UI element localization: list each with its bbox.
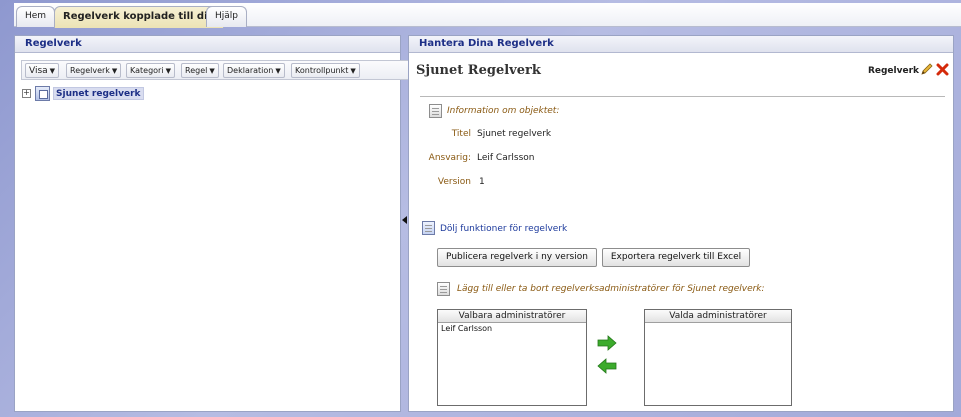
field-value-version: 1 xyxy=(479,177,485,187)
tree-item-label[interactable]: Sjunet regelverk xyxy=(53,87,144,100)
panel-splitter[interactable] xyxy=(401,35,408,412)
toolbar-visa-label: Visa xyxy=(29,66,48,76)
toolbar-kontrollpunkt-menu[interactable]: Kontrollpunkt ▼ xyxy=(291,63,360,78)
available-admins-list[interactable]: Valbara administratörer Leif Carlsson xyxy=(437,309,587,406)
field-label-titel: Titel xyxy=(451,129,471,139)
chevron-down-icon: ▼ xyxy=(209,67,215,75)
divider xyxy=(420,96,945,97)
hide-functions-link[interactable]: Dölj funktioner för regelverk xyxy=(440,224,567,234)
available-admins-header: Valbara administratörer xyxy=(438,310,586,323)
info-document-icon xyxy=(429,104,442,118)
publish-button[interactable]: Publicera regelverk i ny version xyxy=(437,248,597,267)
regelverk-panel: Regelverk Visa ▼ Regelverk ▼ Kategori ▼ Reg… xyxy=(14,35,411,412)
tab-hem[interactable]: Hem xyxy=(16,6,56,27)
toolbar-kategori-menu[interactable]: Kategori ▼ xyxy=(126,63,175,78)
toolbar-kategori-label: Kategori xyxy=(130,66,164,75)
toolbar-regel-label: Regel xyxy=(185,66,208,75)
field-value-titel: Sjunet regelverk xyxy=(477,129,552,139)
hantera-panel-title: Hantera Dina Regelverk xyxy=(409,36,953,53)
admin-heading: Lägg till eller ta bort regelverksadmini… xyxy=(457,284,765,294)
regelverk-icon xyxy=(35,86,50,101)
selected-admins-list[interactable]: Valda administratörer xyxy=(644,309,792,406)
toolbar-regel-menu[interactable]: Regel ▼ xyxy=(181,63,219,78)
pencil-icon[interactable] xyxy=(920,63,933,76)
add-arrow-icon[interactable] xyxy=(595,335,619,351)
toolbar-regelverk-menu[interactable]: Regelverk ▼ xyxy=(66,63,122,78)
regelverk-toolbar: Visa ▼ Regelverk ▼ Kategori ▼ Regel ▼ Deklar… xyxy=(21,60,411,80)
field-label-version: Version xyxy=(437,177,471,187)
tab-bar: Hem Regelverk kopplade till dig Hjälp xyxy=(14,3,961,28)
toolbar-visa-menu[interactable]: Visa ▼ xyxy=(25,63,60,78)
chevron-down-icon: ▼ xyxy=(165,67,171,75)
object-title: Sjunet Regelverk xyxy=(416,63,541,78)
toolbar-deklaration-menu[interactable]: Deklaration ▼ xyxy=(223,63,285,78)
chevron-down-icon: ▼ xyxy=(350,67,356,75)
selected-admins-header: Valda administratörer xyxy=(645,310,791,323)
toolbar-kontrollpunkt-label: Kontrollpunkt xyxy=(295,66,349,75)
chevron-down-icon: ▼ xyxy=(111,67,118,75)
field-value-ansvarig: Leif Carlsson xyxy=(477,153,535,163)
tab-regelverk-kopplade[interactable]: Regelverk kopplade till dig xyxy=(54,6,224,28)
object-type-label: Regelverk xyxy=(867,66,919,76)
expand-icon[interactable]: + xyxy=(22,89,31,98)
chevron-down-icon: ▼ xyxy=(49,67,56,75)
toolbar-regelverk-label: Regelverk xyxy=(70,66,110,75)
tab-hjalp[interactable]: Hjälp xyxy=(206,6,247,27)
remove-arrow-icon[interactable] xyxy=(595,358,619,374)
toolbar-deklaration-label: Deklaration xyxy=(227,66,274,75)
list-item[interactable]: Leif Carlsson xyxy=(438,323,586,335)
admin-document-icon xyxy=(437,282,450,296)
functions-icon xyxy=(422,221,435,235)
info-heading: Information om objektet: xyxy=(447,106,560,116)
hantera-panel: Hantera Dina Regelverk Sjunet Regelverk … xyxy=(408,35,954,412)
delete-icon[interactable] xyxy=(936,63,949,76)
export-excel-button[interactable]: Exportera regelverk till Excel xyxy=(602,248,750,267)
field-label-ansvarig: Ansvarig: xyxy=(428,153,471,163)
regelverk-panel-title: Regelverk xyxy=(15,36,400,53)
collapse-arrow-icon[interactable] xyxy=(402,216,407,224)
chevron-down-icon: ▼ xyxy=(275,67,281,75)
